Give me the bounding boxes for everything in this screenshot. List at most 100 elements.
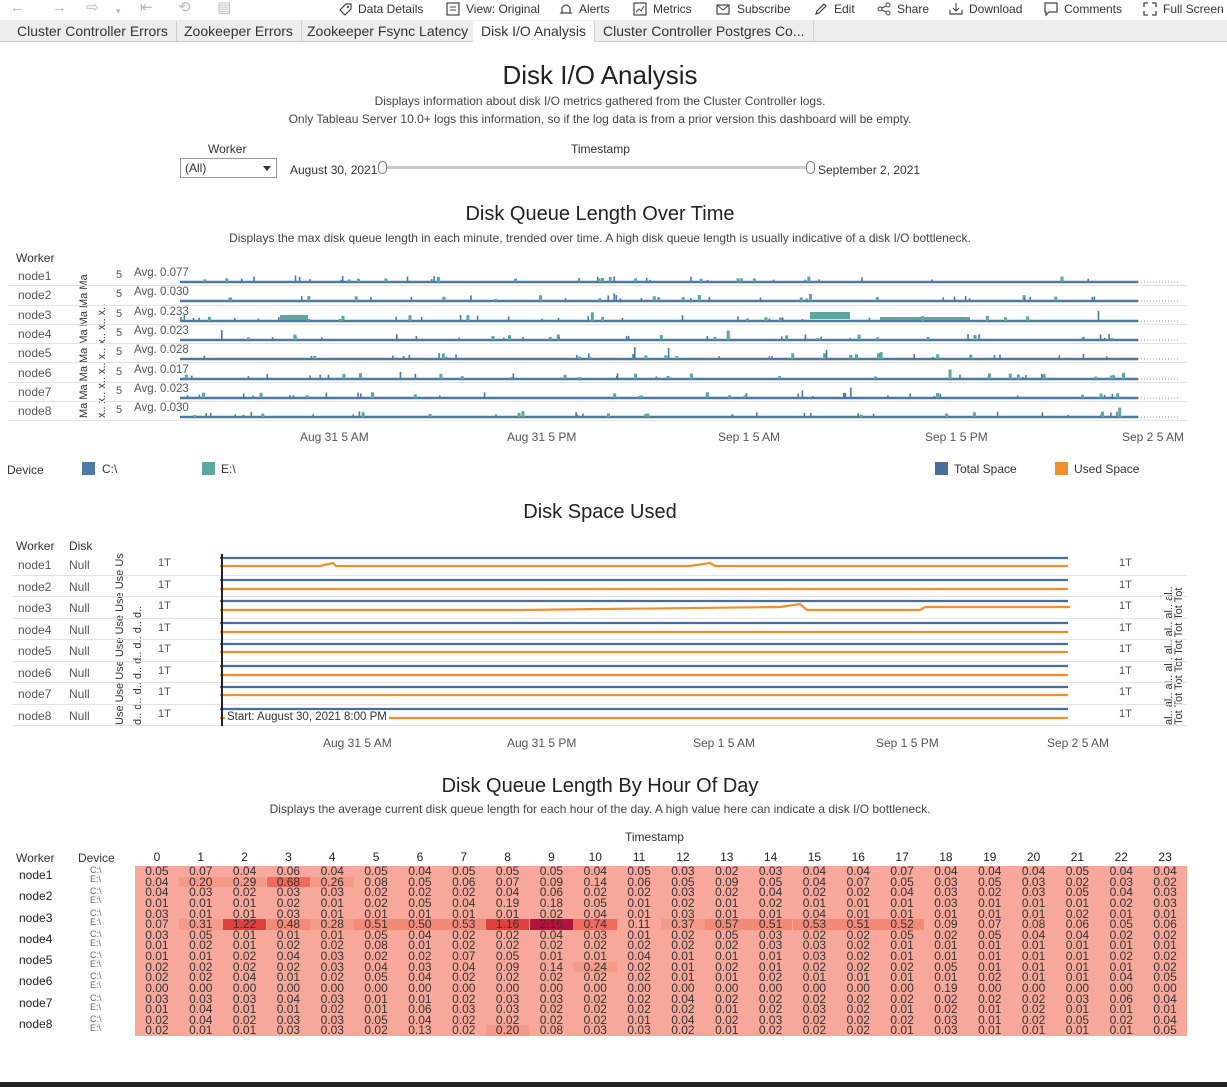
heat-cell[interactable]: 0.03	[310, 1025, 354, 1037]
heat-cell[interactable]: 0.01	[223, 1025, 267, 1037]
heat-chart-title: Disk Queue Length By Hour Of Day	[441, 775, 759, 797]
queue-row-node[interactable]: node8	[18, 404, 51, 418]
heat-cell[interactable]: 0.02	[354, 1025, 398, 1037]
queue-spike	[791, 353, 795, 360]
heat-cell[interactable]: 0.08	[530, 1025, 574, 1037]
worker-filter-select[interactable]: (All)	[180, 158, 277, 178]
queue-row-node[interactable]: node2	[18, 288, 51, 302]
timestamp-slider-track[interactable]	[382, 166, 810, 169]
queue-spike	[1040, 373, 1043, 379]
share-button[interactable]: Share	[876, 0, 929, 18]
timestamp-slider-end-handle[interactable]	[806, 161, 815, 174]
heat-node-label[interactable]: node7	[19, 996, 52, 1010]
space-row-node[interactable]: node5	[18, 644, 51, 658]
queue-spike	[191, 375, 193, 379]
subscribe-button[interactable]: Subscribe	[716, 0, 790, 18]
queue-row-node[interactable]: node7	[18, 385, 51, 399]
space-row-node[interactable]: node6	[18, 666, 51, 680]
legend-e-swatch[interactable]	[202, 462, 215, 475]
heat-node-label[interactable]: node2	[19, 889, 52, 903]
heat-cell[interactable]: 0.02	[793, 1025, 837, 1037]
tab-zookeeper-fsync-latency[interactable]: Zookeeper Fsync Latency	[299, 21, 478, 42]
heat-cell[interactable]: 0.02	[836, 1025, 880, 1037]
queue-spike	[250, 412, 253, 418]
queue-row-node[interactable]: node5	[18, 346, 51, 360]
back-icon[interactable]: ←	[10, 0, 25, 16]
queue-spike	[708, 297, 711, 302]
legend-c-swatch[interactable]	[82, 462, 95, 475]
tab-cluster-controller-errors[interactable]: Cluster Controller Errors	[9, 21, 177, 42]
heat-node-label[interactable]: node6	[19, 974, 52, 988]
heat-cell[interactable]: 0.05	[1143, 1025, 1187, 1037]
data-details-button[interactable]: Data Details	[337, 0, 423, 18]
queue-row-node[interactable]: node1	[18, 269, 51, 283]
legend-total-label[interactable]: Total Space	[954, 462, 1017, 476]
space-row-node[interactable]: node2	[18, 580, 51, 594]
revert-icon[interactable]: ⇨	[86, 0, 99, 16]
refresh-icon[interactable]: ⟲	[178, 0, 191, 16]
heat-node-label[interactable]: node4	[19, 932, 52, 946]
space-row-node[interactable]: node1	[18, 558, 51, 572]
space-row-node[interactable]: node7	[18, 687, 51, 701]
queue-spike	[942, 297, 945, 302]
first-icon[interactable]: ⇤	[140, 0, 153, 16]
legend-total-swatch[interactable]	[935, 462, 948, 475]
pause-icon[interactable]: ▤	[217, 0, 231, 16]
heat-cell[interactable]: 0.03	[573, 1025, 617, 1037]
legend-c-label[interactable]: C:\	[102, 462, 117, 476]
legend-used-swatch[interactable]	[1055, 462, 1068, 475]
legend-used-label[interactable]: Used Space	[1074, 462, 1139, 476]
space-row-node[interactable]: node4	[18, 623, 51, 637]
space-disk-header: Disk	[69, 539, 93, 553]
tab-disk-io-analysis[interactable]: Disk I/O Analysis	[473, 21, 596, 42]
heat-cell[interactable]: 0.01	[880, 1025, 924, 1037]
legend-e-label[interactable]: E:\	[221, 462, 236, 476]
full-screen-button[interactable]: Full Screen	[1142, 0, 1224, 18]
heat-cell[interactable]: 0.03	[617, 1025, 661, 1037]
comments-button[interactable]: Comments	[1043, 0, 1122, 18]
heat-cell[interactable]: 0.20	[485, 1025, 530, 1036]
space-row-node[interactable]: node8	[18, 709, 51, 723]
view-original-button[interactable]: View: Original	[445, 0, 540, 18]
heat-cell[interactable]: 0.02	[135, 1025, 179, 1037]
queue-spike	[508, 335, 512, 340]
heat-node-label[interactable]: node5	[19, 953, 52, 967]
queue-x-tick: Aug 31 5 AM	[300, 430, 369, 444]
queue-row-node[interactable]: node6	[18, 366, 51, 380]
heat-cell[interactable]: 0.01	[179, 1025, 223, 1037]
queue-row-node[interactable]: node3	[18, 308, 51, 322]
heat-node-label[interactable]: node8	[19, 1017, 52, 1031]
heat-cell[interactable]: 0.01	[968, 1025, 1012, 1037]
download-button[interactable]: Download	[948, 0, 1022, 18]
timestamp-end-value[interactable]: September 2, 2021	[818, 163, 920, 177]
metrics-button[interactable]: Metrics	[632, 0, 692, 18]
queue-spike	[354, 296, 358, 302]
heat-node-label[interactable]: node1	[19, 868, 52, 882]
forward-icon[interactable]: →	[52, 0, 67, 16]
heat-cell[interactable]: 0.01	[705, 1025, 749, 1037]
heat-node-label[interactable]: node3	[19, 911, 52, 925]
queue-row-node[interactable]: node4	[18, 327, 51, 341]
tab-zookeeper-errors[interactable]: Zookeeper Errors	[176, 21, 302, 42]
heat-cell[interactable]: 0.01	[1012, 1025, 1056, 1037]
heat-cell[interactable]: 0.03	[924, 1025, 968, 1037]
pencil-icon	[815, 3, 827, 15]
space-row-node[interactable]: node3	[18, 601, 51, 615]
heat-cell[interactable]: 0.13	[398, 1025, 442, 1037]
revert-dropdown-icon[interactable]: ▾	[116, 3, 121, 19]
alerts-button[interactable]: Alerts	[558, 0, 610, 18]
timestamp-slider-start-handle[interactable]	[378, 161, 387, 174]
space-row-left-tick: 1T	[158, 621, 171, 634]
space-chart-title: Disk Space Used	[523, 501, 677, 523]
heat-cell[interactable]: 0.02	[749, 1025, 793, 1037]
heat-cell[interactable]: 0.01	[1056, 1025, 1100, 1037]
heat-cell[interactable]: 0.01	[1099, 1025, 1143, 1037]
heat-cell[interactable]: 0.03	[267, 1025, 311, 1037]
queue-spike	[557, 317, 560, 321]
tab-cluster-controller-postgres[interactable]: Cluster Controller Postgres Co...	[595, 21, 814, 42]
queue-spike	[514, 278, 518, 282]
heat-cell[interactable]: 0.02	[442, 1025, 486, 1037]
heat-cell[interactable]: 0.02	[661, 1025, 705, 1037]
edit-button[interactable]: Edit	[813, 0, 855, 18]
timestamp-start-value[interactable]: August 30, 2021	[290, 163, 377, 177]
